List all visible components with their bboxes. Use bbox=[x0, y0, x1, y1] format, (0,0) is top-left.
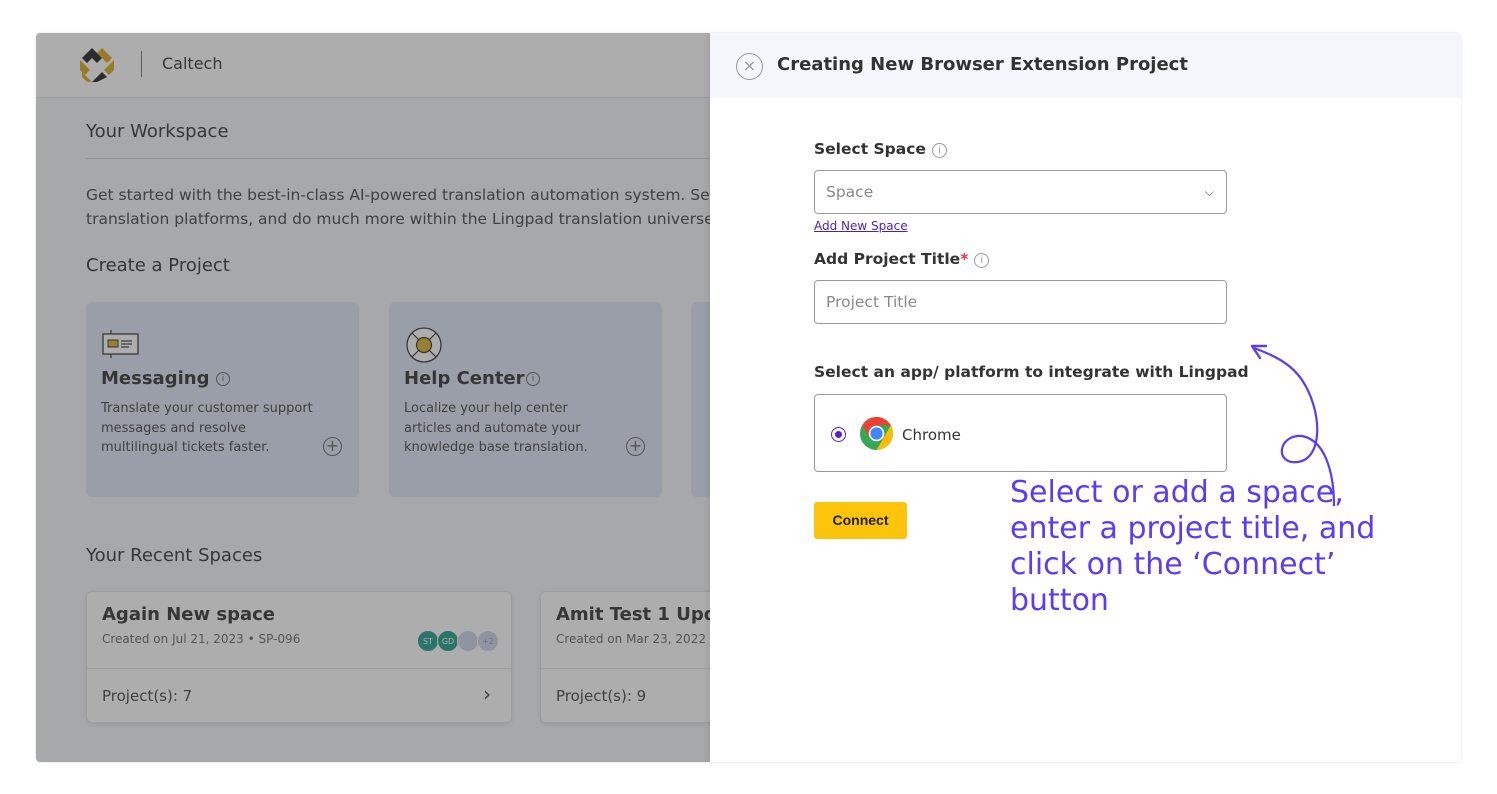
instruction-annotation: Select or add a space, enter a project t… bbox=[1010, 475, 1376, 618]
platform-radio[interactable] bbox=[831, 427, 846, 442]
project-title-input[interactable]: Project Title bbox=[814, 280, 1227, 324]
project-title-placeholder: Project Title bbox=[826, 293, 918, 311]
add-new-space-link[interactable]: Add New Space bbox=[814, 219, 908, 233]
project-title-label-text: Add Project Title bbox=[814, 250, 961, 268]
info-icon[interactable]: i bbox=[931, 143, 947, 158]
select-space-label: Select Space i bbox=[814, 140, 947, 158]
platform-option-chrome[interactable]: Chrome bbox=[814, 394, 1227, 472]
space-select[interactable]: Space ⌵ bbox=[814, 170, 1227, 214]
select-space-label-text: Select Space bbox=[814, 140, 926, 158]
project-title-label: Add Project Title* i bbox=[814, 250, 990, 268]
chevron-down-icon: ⌵ bbox=[1204, 185, 1214, 199]
connect-button[interactable]: Connect bbox=[814, 502, 907, 539]
info-icon[interactable]: i bbox=[974, 253, 990, 268]
platform-name: Chrome bbox=[902, 426, 961, 444]
modal-overlay[interactable] bbox=[36, 33, 710, 762]
drawer-title: Creating New Browser Extension Project bbox=[777, 54, 1188, 75]
drawer-header: × Creating New Browser Extension Project bbox=[710, 33, 1461, 98]
chrome-icon bbox=[859, 416, 894, 451]
platform-label: Select an app/ platform to integrate wit… bbox=[814, 363, 1249, 381]
close-icon[interactable]: × bbox=[736, 53, 763, 80]
required-marker: * bbox=[960, 250, 969, 268]
space-select-placeholder: Space bbox=[826, 183, 874, 201]
